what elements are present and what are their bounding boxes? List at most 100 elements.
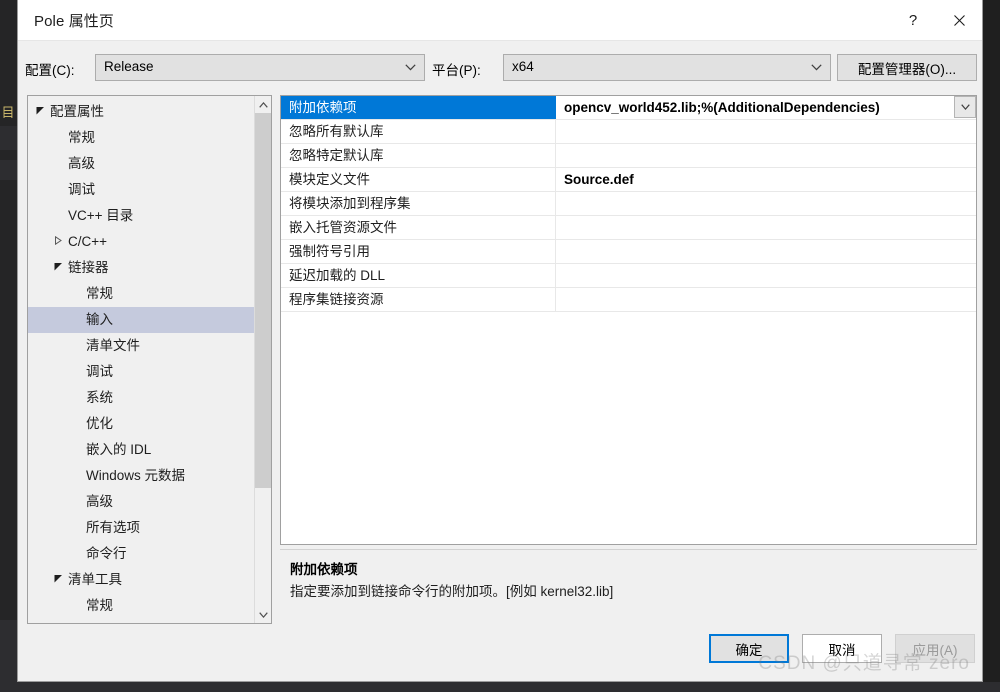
ide-editor-glyph: 目 xyxy=(1,105,15,120)
tree-list: 配置属性 常规 高级 调试 VC++ 目录 C/C++ 链接器 常规 输入 清单文件 调试 系统 优化嵌… xyxy=(28,96,254,623)
close-icon[interactable] xyxy=(936,0,982,40)
tree-item-2[interactable]: 高级 xyxy=(28,151,254,177)
cancel-button[interactable]: 取消 xyxy=(802,634,882,663)
property-name: 嵌入托管资源文件 xyxy=(281,216,556,239)
description-title: 附加依赖项 xyxy=(290,562,358,577)
chevron-down-icon[interactable] xyxy=(255,606,271,623)
property-row[interactable]: 模块定义文件 Source.def xyxy=(281,168,976,192)
help-icon[interactable]: ? xyxy=(890,0,936,40)
platform-label: 平台(P): xyxy=(432,63,481,78)
tree-item-14[interactable]: Windows 元数据 xyxy=(28,463,254,489)
ide-strip-band-1 xyxy=(0,126,17,150)
tree-item-label: 清单工具 xyxy=(68,572,122,587)
tree-item-label: 链接器 xyxy=(68,260,109,275)
configuration-tree: 配置属性 常规 高级 调试 VC++ 目录 C/C++ 链接器 常规 输入 清单文件 调试 系统 优化嵌… xyxy=(27,95,272,624)
tree-item-8[interactable]: 输入 xyxy=(28,307,254,333)
property-row[interactable]: 忽略特定默认库 xyxy=(281,144,976,168)
property-pages-dialog: Pole 属性页 ? 配置(C): Release 平台(P): x64 配置管… xyxy=(17,0,983,682)
property-row[interactable]: 忽略所有默认库 xyxy=(281,120,976,144)
tree-scrollbar[interactable] xyxy=(254,96,271,623)
tree-item-label: 命令行 xyxy=(86,546,127,561)
tree-item-label: 常规 xyxy=(86,598,113,613)
property-value[interactable]: opencv_world452.lib;%(AdditionalDependen… xyxy=(556,96,976,119)
tree-item-1[interactable]: 常规 xyxy=(28,125,254,151)
platform-value: x64 xyxy=(512,59,534,74)
property-row[interactable]: 程序集链接资源 xyxy=(281,288,976,312)
tree-item-label: 嵌入的 IDL xyxy=(86,442,152,457)
tree-item-label: C/C++ xyxy=(68,234,108,249)
configuration-value: Release xyxy=(104,59,154,74)
tree-item-0[interactable]: 配置属性 xyxy=(28,99,254,125)
platform-select[interactable]: x64 xyxy=(503,54,831,81)
tree-item-label: 调试 xyxy=(68,182,95,197)
titlebar-buttons: ? xyxy=(890,0,982,40)
property-value[interactable] xyxy=(556,264,976,287)
property-value[interactable] xyxy=(556,216,976,239)
property-value[interactable] xyxy=(556,288,976,311)
property-value[interactable] xyxy=(556,192,976,215)
tree-item-15[interactable]: 高级 xyxy=(28,489,254,515)
tree-item-19[interactable]: 常规 xyxy=(28,593,254,619)
tree-item-label: 清单文件 xyxy=(86,338,140,353)
dialog-footer: 确定 取消 应用(A) xyxy=(18,624,982,681)
tree-item-label: 输入 xyxy=(86,312,113,327)
property-grid-rows: 附加依赖项 opencv_world452.lib;%(AdditionalDep… xyxy=(281,96,976,312)
tree-scrollbar-thumb[interactable] xyxy=(255,113,271,488)
property-name: 程序集链接资源 xyxy=(281,288,556,311)
configuration-select[interactable]: Release xyxy=(95,54,425,81)
property-name: 延迟加载的 DLL xyxy=(281,264,556,287)
tree-item-10[interactable]: 调试 xyxy=(28,359,254,385)
chevron-up-icon[interactable] xyxy=(255,96,271,113)
tree-item-12[interactable]: 优化 xyxy=(28,411,254,437)
tree-item-label: Windows 元数据 xyxy=(86,468,186,483)
tree-item-label: 优化 xyxy=(86,416,113,431)
property-value[interactable]: Source.def xyxy=(556,168,976,191)
property-value[interactable] xyxy=(556,240,976,263)
property-row[interactable]: 嵌入托管资源文件 xyxy=(281,216,976,240)
ide-strip-band-2 xyxy=(0,160,17,180)
configuration-bar: 配置(C): Release 平台(P): x64 配置管理器(O)... xyxy=(18,41,982,95)
property-row[interactable]: 强制符号引用 xyxy=(281,240,976,264)
triangle-down-icon[interactable] xyxy=(50,255,66,281)
apply-button: 应用(A) xyxy=(895,634,975,663)
property-row[interactable]: 附加依赖项 opencv_world452.lib;%(AdditionalDep… xyxy=(281,96,976,120)
property-dropdown-button[interactable] xyxy=(954,96,976,118)
tree-item-5[interactable]: C/C++ xyxy=(28,229,254,255)
tree-item-label: VC++ 目录 xyxy=(68,208,134,223)
configuration-manager-button[interactable]: 配置管理器(O)... xyxy=(837,54,977,81)
property-row[interactable]: 将模块添加到程序集 xyxy=(281,192,976,216)
property-value[interactable] xyxy=(556,120,976,143)
tree-item-16[interactable]: 所有选项 xyxy=(28,515,254,541)
tree-item-3[interactable]: 调试 xyxy=(28,177,254,203)
tree-item-7[interactable]: 常规 xyxy=(28,281,254,307)
chevron-down-icon xyxy=(405,55,416,80)
tree-item-4[interactable]: VC++ 目录 xyxy=(28,203,254,229)
tree-item-label: 常规 xyxy=(86,286,113,301)
tree-item-label: 配置属性 xyxy=(50,104,104,119)
tree-item-label: 调试 xyxy=(86,364,113,379)
tree-item-6[interactable]: 链接器 xyxy=(28,255,254,281)
property-name: 忽略所有默认库 xyxy=(281,120,556,143)
tree-item-17[interactable]: 命令行 xyxy=(28,541,254,567)
configuration-label: 配置(C): xyxy=(25,63,75,78)
tree-item-9[interactable]: 清单文件 xyxy=(28,333,254,359)
property-value[interactable] xyxy=(556,144,976,167)
triangle-down-icon[interactable] xyxy=(32,99,48,125)
property-name: 附加依赖项 xyxy=(281,96,556,119)
description-pane: 附加依赖项 指定要添加到链接命令行的附加项。[例如 kernel32.lib] xyxy=(280,549,977,619)
chevron-down-icon xyxy=(811,55,822,80)
property-name: 模块定义文件 xyxy=(281,168,556,191)
tree-item-label: 高级 xyxy=(68,156,95,171)
ide-bottom-bar xyxy=(0,682,1000,692)
tree-item-18[interactable]: 清单工具 xyxy=(28,567,254,593)
tree-item-11[interactable]: 系统 xyxy=(28,385,254,411)
tree-item-13[interactable]: 嵌入的 IDL xyxy=(28,437,254,463)
dialog-title-bar: Pole 属性页 ? xyxy=(18,0,982,41)
property-name: 强制符号引用 xyxy=(281,240,556,263)
triangle-right-icon[interactable] xyxy=(50,229,66,255)
description-body: 指定要添加到链接命令行的附加项。[例如 kernel32.lib] xyxy=(290,584,614,599)
tree-item-label: 系统 xyxy=(86,390,113,405)
ok-button[interactable]: 确定 xyxy=(709,634,789,663)
property-row[interactable]: 延迟加载的 DLL xyxy=(281,264,976,288)
triangle-down-icon[interactable] xyxy=(50,567,66,593)
